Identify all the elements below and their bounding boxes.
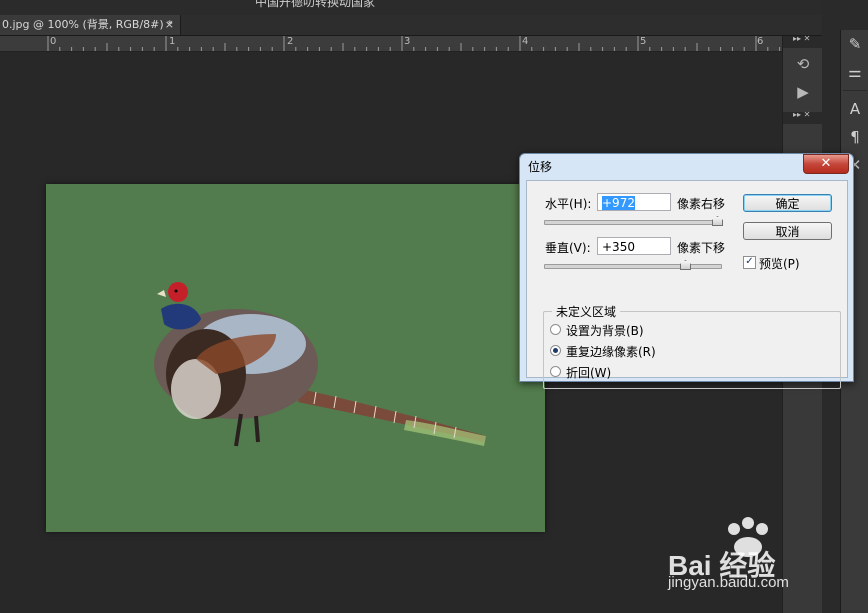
ruler-label-1: 1 — [169, 36, 176, 47]
ruler-label-4: 4 — [522, 36, 529, 47]
panel-header-1[interactable]: ▸▸ ✕ — [783, 34, 823, 48]
dialog-body: 水平(H): +972 像素右移 垂直(V): +350 像素下移 确定 取消 … — [526, 180, 848, 389]
offset-dialog: 位移 ✕ 水平(H): +972 像素右移 垂直(V): +350 像素下移 确… — [519, 153, 854, 389]
horizontal-input[interactable]: +972 — [597, 193, 671, 211]
radio-repeat-edge[interactable] — [550, 345, 561, 356]
option-set-background-label: 设置为背景(B) — [566, 324, 644, 338]
title-bar: 中国开德叻转换动国家 — [0, 0, 868, 15]
vertical-unit: 像素下移 — [677, 241, 726, 255]
pheasant-image — [154, 282, 486, 447]
paragraph-icon[interactable]: ¶ — [841, 123, 868, 151]
horizontal-label: 水平(H): — [545, 197, 592, 211]
undefined-area-title: 未定义区域 — [552, 303, 621, 320]
undefined-area-group: 未定义区域 设置为背景(B) 重复边缘像素(R) 折回(W) — [543, 303, 841, 389]
play-icon[interactable]: ▶ — [789, 80, 817, 104]
vertical-input[interactable]: +350 — [597, 237, 671, 255]
cancel-button[interactable]: 取消 — [743, 222, 832, 240]
ruler-label-6: 6 — [757, 36, 764, 47]
toolstrip-separator — [843, 90, 867, 91]
horizontal-unit: 像素右移 — [677, 197, 726, 211]
history-rotate-icon[interactable]: ⟲ — [789, 52, 817, 76]
panel-header-2[interactable]: ▸▸ ✕ — [783, 110, 823, 124]
option-repeat-edge-label: 重复边缘像素(R) — [566, 345, 656, 359]
vertical-value: +350 — [602, 240, 635, 254]
horizontal-value: +972 — [602, 196, 635, 210]
watermark-url: jingyan.baidu.com — [668, 574, 789, 591]
radio-wrap-around[interactable] — [550, 366, 561, 377]
horizontal-ruler: 0 1 2 3 4 5 6 — [0, 36, 782, 52]
document-tab-label: 0.jpg @ 100% (背景, RGB/8#) * — [2, 18, 173, 31]
brush-icon[interactable]: ✎ — [841, 30, 868, 58]
vertical-slider-thumb[interactable] — [680, 260, 691, 270]
dialog-close-button[interactable]: ✕ — [803, 154, 849, 174]
document-tab-bar: 0.jpg @ 100% (背景, RGB/8#) * × — [0, 15, 840, 36]
ruler-label-3: 3 — [404, 36, 411, 47]
baidu-watermark: Bai 经验 jingyan.baidu.com — [668, 517, 828, 597]
vertical-label: 垂直(V): — [545, 241, 591, 255]
window-title: 中国开德叻转换动国家 — [255, 0, 376, 9]
panel-header-1-controls[interactable]: ▸▸ ✕ — [793, 34, 810, 43]
preview-label: 预览(P) — [759, 257, 800, 271]
sliders-icon[interactable]: ⚌ — [841, 58, 868, 86]
preview-checkbox[interactable]: ✓ — [743, 256, 756, 269]
ok-button[interactable]: 确定 — [743, 194, 832, 212]
document-tab[interactable]: 0.jpg @ 100% (背景, RGB/8#) * × — [0, 15, 181, 35]
ruler-label-2: 2 — [287, 36, 294, 47]
panel-header-2-controls[interactable]: ▸▸ ✕ — [793, 110, 810, 119]
close-tab-icon[interactable]: × — [165, 15, 174, 35]
horizontal-slider[interactable] — [544, 220, 722, 225]
vertical-slider[interactable] — [544, 264, 722, 269]
ruler-label-5: 5 — [640, 36, 647, 47]
dialog-title: 位移 — [528, 160, 553, 174]
ruler-label-0: 0 — [50, 36, 57, 47]
type-icon[interactable]: A — [841, 95, 868, 123]
ruler-ticks — [47, 36, 781, 51]
horizontal-slider-thumb[interactable] — [712, 216, 723, 226]
document-image[interactable] — [46, 184, 545, 532]
radio-set-background[interactable] — [550, 324, 561, 335]
option-wrap-around-label: 折回(W) — [566, 366, 612, 380]
